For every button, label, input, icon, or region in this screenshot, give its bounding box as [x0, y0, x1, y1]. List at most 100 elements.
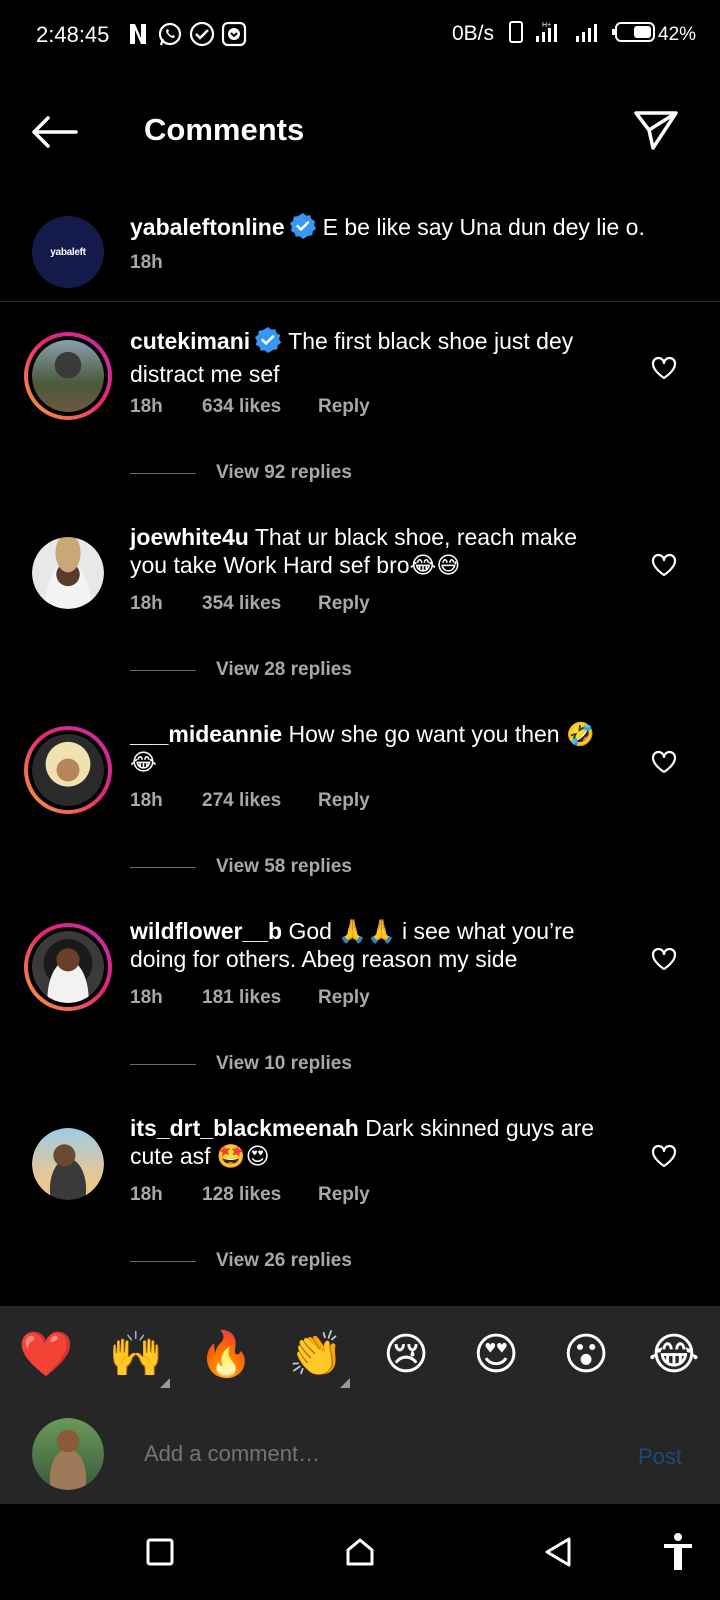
battery-percent: 42% [658, 24, 697, 45]
square-icon [146, 1538, 174, 1566]
comment-avatar-story-ring[interactable] [24, 923, 112, 1011]
view-replies-button[interactable]: View 10 replies [130, 1053, 352, 1075]
view-replies-label: View 58 replies [216, 856, 352, 877]
comment-meta: 18h 128 likes Reply [130, 1184, 370, 1206]
view-replies-button[interactable]: View 92 replies [130, 462, 352, 484]
comment-likes[interactable]: 128 likes [202, 1184, 318, 1206]
like-button[interactable] [648, 549, 680, 581]
avatar [32, 537, 104, 609]
accessibility-icon [664, 1533, 692, 1570]
svg-text:H+: H+ [542, 22, 551, 29]
download-notification-icon [220, 20, 248, 48]
comment-likes[interactable]: 181 likes [202, 987, 318, 1009]
post-button[interactable]: Post [638, 1444, 682, 1470]
comment-text-block: ___mideannie How she go want you then 🤣😂 [130, 720, 600, 776]
netflix-notification-icon [124, 20, 152, 48]
comment-text-block: its_drt_blackmeenah Dark skinned guys ar… [130, 1114, 600, 1170]
comment-avatar-story-ring[interactable] [24, 332, 112, 420]
avatar [32, 340, 104, 412]
comment-username[interactable]: cutekimani [130, 328, 250, 354]
battery-icon [612, 20, 658, 49]
reaction-clap-emoji[interactable]: 👏 [288, 1330, 344, 1380]
reply-button[interactable]: Reply [318, 1184, 370, 1206]
comment-avatar-story-ring[interactable] [24, 726, 112, 814]
comments-header: Comments [0, 92, 720, 172]
send-icon [634, 111, 678, 150]
comment-avatar[interactable] [32, 1128, 104, 1200]
comment-time: 18h [130, 1184, 163, 1205]
check-circle-notification-icon [188, 20, 216, 48]
comment-text-block: wildflower__b God 🙏🙏 i see what you’re d… [130, 917, 600, 973]
comment-username[interactable]: ___mideannie [130, 721, 282, 747]
comment-input[interactable] [144, 1438, 584, 1470]
share-button[interactable] [630, 104, 682, 156]
system-nav-bar [0, 1504, 720, 1600]
status-time: 2:48:45 [36, 22, 110, 47]
back-button[interactable] [28, 108, 80, 156]
caption-avatar[interactable]: yabaleft [32, 216, 104, 288]
view-replies-button[interactable]: View 26 replies [130, 1250, 352, 1272]
like-button[interactable] [648, 1140, 680, 1172]
vibrate-icon [508, 20, 524, 49]
reaction-crying-emoji[interactable]: 😢 [378, 1330, 434, 1380]
caption-time: 18h [130, 252, 163, 273]
comment-avatar[interactable] [32, 537, 104, 609]
reaction-raised-hands-emoji[interactable]: 🙌 [108, 1330, 164, 1380]
triangle-back-icon [545, 1537, 571, 1567]
reply-button[interactable]: Reply [318, 396, 370, 418]
comment-likes[interactable]: 634 likes [202, 396, 318, 418]
home-icon [346, 1538, 374, 1566]
signal-icon-2 [574, 20, 602, 49]
skin-tone-indicator-icon [340, 1378, 350, 1388]
status-right-icons: H+ [508, 20, 658, 49]
comment-item: ___mideannie How she go want you then 🤣😂… [0, 720, 720, 916]
avatar [32, 1128, 104, 1200]
reply-button[interactable]: Reply [318, 593, 370, 615]
reaction-surprised-emoji[interactable]: 😮 [558, 1330, 614, 1380]
avatar-logo-text: yabaleft [50, 246, 86, 258]
replies-divider [130, 1063, 196, 1065]
view-replies-label: View 92 replies [216, 462, 352, 483]
like-button[interactable] [648, 746, 680, 778]
comment-meta: 18h 354 likes Reply [130, 593, 370, 615]
view-replies-button[interactable]: View 58 replies [130, 856, 352, 878]
avatar [32, 931, 104, 1003]
accessibility-button[interactable] [654, 1528, 702, 1576]
comment-time: 18h [130, 987, 163, 1008]
comment-meta: 18h 274 likes Reply [130, 790, 370, 812]
reply-button[interactable]: Reply [318, 987, 370, 1009]
reaction-laughing-emoji[interactable]: 😂 [646, 1330, 702, 1380]
like-button[interactable] [648, 943, 680, 975]
current-user-avatar [32, 1418, 104, 1490]
heart-outline-icon [651, 1144, 677, 1168]
comment-username[interactable]: its_drt_blackmeenah [130, 1115, 359, 1141]
comment-time: 18h [130, 593, 163, 614]
reaction-heart-emoji[interactable]: ❤️ [18, 1330, 74, 1380]
comment-meta: 18h 634 likes Reply [130, 396, 370, 418]
comment-likes[interactable]: 354 likes [202, 593, 318, 615]
skin-tone-indicator-icon [160, 1378, 170, 1388]
reaction-fire-emoji[interactable]: 🔥 [198, 1330, 254, 1380]
signal-icon: H+ [534, 20, 564, 49]
post-caption: yabaleft yabaleftonline E be like say Una… [0, 200, 720, 302]
replies-divider [130, 1260, 196, 1262]
home-button[interactable] [336, 1528, 384, 1576]
replies-divider [130, 866, 196, 868]
comment-likes[interactable]: 274 likes [202, 790, 318, 812]
reply-button[interactable]: Reply [318, 790, 370, 812]
back-nav-button[interactable] [534, 1528, 582, 1576]
recents-button[interactable] [136, 1528, 184, 1576]
like-button[interactable] [648, 352, 680, 384]
heart-outline-icon [651, 553, 677, 577]
reaction-heart-eyes-emoji[interactable]: 😍 [468, 1330, 524, 1380]
comment-time: 18h [130, 396, 163, 417]
heart-outline-icon [651, 947, 677, 971]
caption-username[interactable]: yabaleftonline [130, 214, 285, 240]
comment-username[interactable]: joewhite4u [130, 524, 249, 550]
caption-text-block: yabaleftonline E be like say Una dun dey … [130, 212, 690, 247]
status-bar: 2:48:45 0B/s H+ 42% [0, 0, 720, 72]
view-replies-button[interactable]: View 28 replies [130, 659, 352, 681]
notification-icons [124, 20, 248, 48]
comment-username[interactable]: wildflower__b [130, 918, 282, 944]
heart-outline-icon [651, 356, 677, 380]
